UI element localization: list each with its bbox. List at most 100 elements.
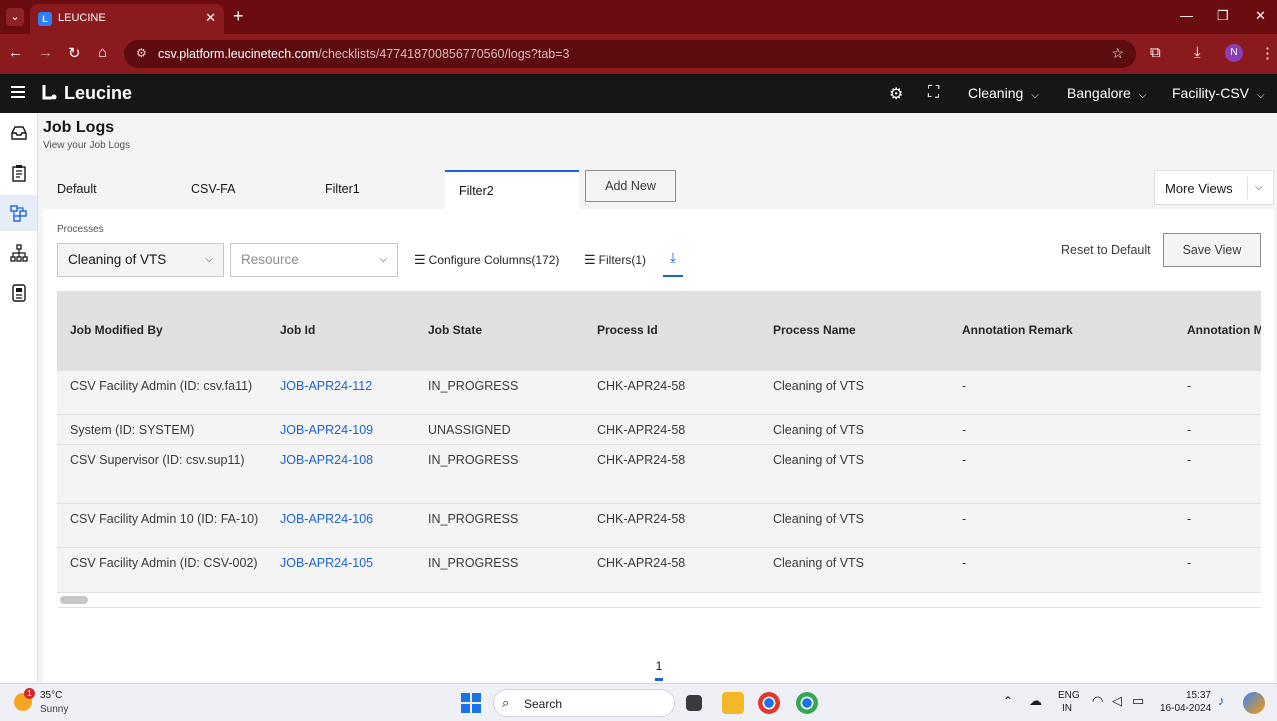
table-row[interactable]: CSV Facility Admin (ID: CSV-002) JOB-APR… xyxy=(57,548,1261,593)
column-header[interactable]: Job State xyxy=(428,323,482,337)
chrome-icon[interactable] xyxy=(758,692,780,714)
column-header[interactable]: Annotation M xyxy=(1187,323,1261,337)
url-text: csv.platform.leucinetech.com/checklists/… xyxy=(158,47,570,61)
resource-select[interactable]: Resource ⌵ xyxy=(230,243,398,277)
browser-menu-icon[interactable]: ⋮ xyxy=(1260,44,1275,62)
brand-name: Leucine xyxy=(64,83,133,103)
wifi-icon[interactable]: ◠ xyxy=(1092,693,1103,709)
processes-label: Processes xyxy=(57,224,104,235)
table-cell: - xyxy=(1187,379,1192,393)
usecase-selector[interactable]: Cleaning ⌵ xyxy=(968,85,1039,101)
column-header[interactable]: Job Id xyxy=(280,323,315,337)
chrome-profile-icon[interactable] xyxy=(796,692,818,714)
table-row[interactable]: System (ID: SYSTEM) JOB-APR24-109 UNASSI… xyxy=(57,415,1261,445)
copilot-icon[interactable] xyxy=(1243,692,1265,714)
back-icon[interactable]: ← xyxy=(8,44,23,61)
nav-inbox[interactable] xyxy=(0,115,37,151)
facility-selector[interactable]: Facility-CSV ⌵ xyxy=(1172,85,1265,101)
address-bar[interactable]: ⚙ csv.platform.leucinetech.com/checklist… xyxy=(124,40,1136,68)
reset-to-default-link[interactable]: Reset to Default xyxy=(1061,243,1151,257)
device-icon xyxy=(11,284,26,302)
browser-toolbar: ← → ↻ ⌂ ⚙ csv.platform.leucinetech.com/c… xyxy=(0,34,1277,74)
chevron-down-icon: ⌵ xyxy=(1257,90,1265,101)
task-view-icon[interactable] xyxy=(686,695,702,711)
scan-icon[interactable]: ⛶ xyxy=(928,84,939,102)
restore-icon[interactable]: ❐ xyxy=(1217,8,1229,24)
new-tab-icon[interactable]: + xyxy=(233,6,244,27)
more-views-dropdown[interactable]: More Views ⌵ xyxy=(1154,170,1274,205)
clock-date[interactable]: 16-04-2024 xyxy=(1160,703,1211,714)
table-row[interactable]: CSV Supervisor (ID: csv.sup11) JOB-APR24… xyxy=(57,445,1261,504)
browser-tab[interactable]: L LEUCINE ✕ xyxy=(30,4,224,34)
location-selector[interactable]: Bangalore ⌵ xyxy=(1067,85,1146,101)
forward-icon[interactable]: → xyxy=(38,44,53,61)
job-id-link[interactable]: JOB-APR24-105 xyxy=(280,556,373,570)
pagination-page[interactable]: 1 xyxy=(655,659,663,673)
download-icon[interactable]: ⤓ xyxy=(1194,44,1201,61)
job-id-link[interactable]: JOB-APR24-112 xyxy=(280,379,372,393)
close-window-icon[interactable]: ✕ xyxy=(1255,8,1266,24)
settings-gear-icon[interactable]: ⚙ xyxy=(889,84,903,104)
filters-label: Filters(1) xyxy=(598,253,646,267)
lang-line-2[interactable]: IN xyxy=(1062,703,1072,714)
weather-temperature[interactable]: 35°C xyxy=(40,690,62,701)
job-id-link[interactable]: JOB-APR24-108 xyxy=(280,453,373,467)
windows-taskbar: 1 35°C Sunny ⌕ Search ⌃ ☁ ENG IN ◠ ◁ ▭ 1… xyxy=(0,683,1277,721)
clock-time[interactable]: 15:37 xyxy=(1186,690,1211,701)
battery-icon[interactable]: ▭ xyxy=(1132,693,1144,709)
add-new-view-button[interactable]: Add New xyxy=(585,170,676,202)
tab-filter2[interactable]: Filter2 xyxy=(445,170,579,209)
tab-filter1[interactable]: Filter1 xyxy=(311,170,445,209)
configure-columns-button[interactable]: ☰ Configure Columns(172) xyxy=(414,252,559,268)
hamburger-menu-icon[interactable] xyxy=(11,86,25,98)
process-select[interactable]: Cleaning of VTS ⌵ xyxy=(57,243,224,277)
more-views-label: More Views xyxy=(1165,181,1233,196)
tray-chevron-icon[interactable]: ⌃ xyxy=(1003,694,1013,708)
taskbar-search-label: Search xyxy=(524,697,563,711)
table-cell: CHK-APR24-58 xyxy=(597,512,686,526)
reload-icon[interactable]: ↻ xyxy=(68,44,81,62)
column-header[interactable]: Process Id xyxy=(597,323,658,337)
download-logs-icon[interactable]: ⤓ xyxy=(663,249,683,277)
nav-ontology[interactable] xyxy=(0,235,37,271)
column-header[interactable]: Job Modified By xyxy=(70,323,163,337)
facility-label: Facility-CSV xyxy=(1172,85,1250,101)
nav-reports[interactable] xyxy=(0,275,37,311)
table-cell: IN_PROGRESS xyxy=(428,556,519,570)
table-cell: CHK-APR24-58 xyxy=(597,379,686,393)
location-label: Bangalore xyxy=(1067,85,1131,101)
column-header[interactable]: Process Name xyxy=(773,323,856,337)
bookmark-star-icon[interactable]: ☆ xyxy=(1111,45,1124,62)
lang-line-1[interactable]: ENG xyxy=(1058,690,1080,701)
horizontal-scrollbar[interactable] xyxy=(60,596,88,604)
table-cell: Cleaning of VTS xyxy=(773,423,865,437)
speaker-muted-icon[interactable]: ◁ xyxy=(1112,693,1122,709)
table-row[interactable]: CSV Facility Admin 10 (ID: FA-10) JOB-AP… xyxy=(57,504,1261,548)
tab-search-icon[interactable]: ⌄ xyxy=(6,8,24,26)
windows-start-icon[interactable] xyxy=(461,693,481,713)
filters-button[interactable]: ☰ Filters(1) xyxy=(584,252,646,268)
close-tab-icon[interactable]: ✕ xyxy=(205,10,216,26)
chevron-down-icon: ⌵ xyxy=(205,254,213,265)
home-icon[interactable]: ⌂ xyxy=(98,44,107,61)
onedrive-icon[interactable]: ☁ xyxy=(1029,693,1042,709)
table-cell: - xyxy=(962,423,967,437)
minimize-icon[interactable]: — xyxy=(1180,8,1193,23)
weather-description[interactable]: Sunny xyxy=(40,704,68,715)
profile-avatar[interactable]: N xyxy=(1225,44,1243,62)
nav-jobs[interactable] xyxy=(0,195,37,231)
taskbar-search[interactable]: ⌕ Search xyxy=(493,689,675,717)
save-view-button[interactable]: Save View xyxy=(1163,233,1261,267)
tab-default[interactable]: Default xyxy=(43,170,177,209)
nav-checklists[interactable] xyxy=(0,155,37,191)
table-cell: - xyxy=(962,512,967,526)
site-info-icon[interactable]: ⚙ xyxy=(136,46,147,60)
job-id-link[interactable]: JOB-APR24-109 xyxy=(280,423,373,437)
extensions-icon[interactable]: ⧉ xyxy=(1150,44,1161,61)
file-explorer-icon[interactable] xyxy=(722,692,744,714)
tab-csv-fa[interactable]: CSV-FA xyxy=(177,170,311,209)
notification-bell-icon[interactable]: ♪ xyxy=(1218,693,1225,708)
table-row[interactable]: CSV Facility Admin (ID: csv.fa11) JOB-AP… xyxy=(57,371,1261,415)
job-id-link[interactable]: JOB-APR24-106 xyxy=(280,512,373,526)
column-header[interactable]: Annotation Remark xyxy=(962,323,1073,337)
